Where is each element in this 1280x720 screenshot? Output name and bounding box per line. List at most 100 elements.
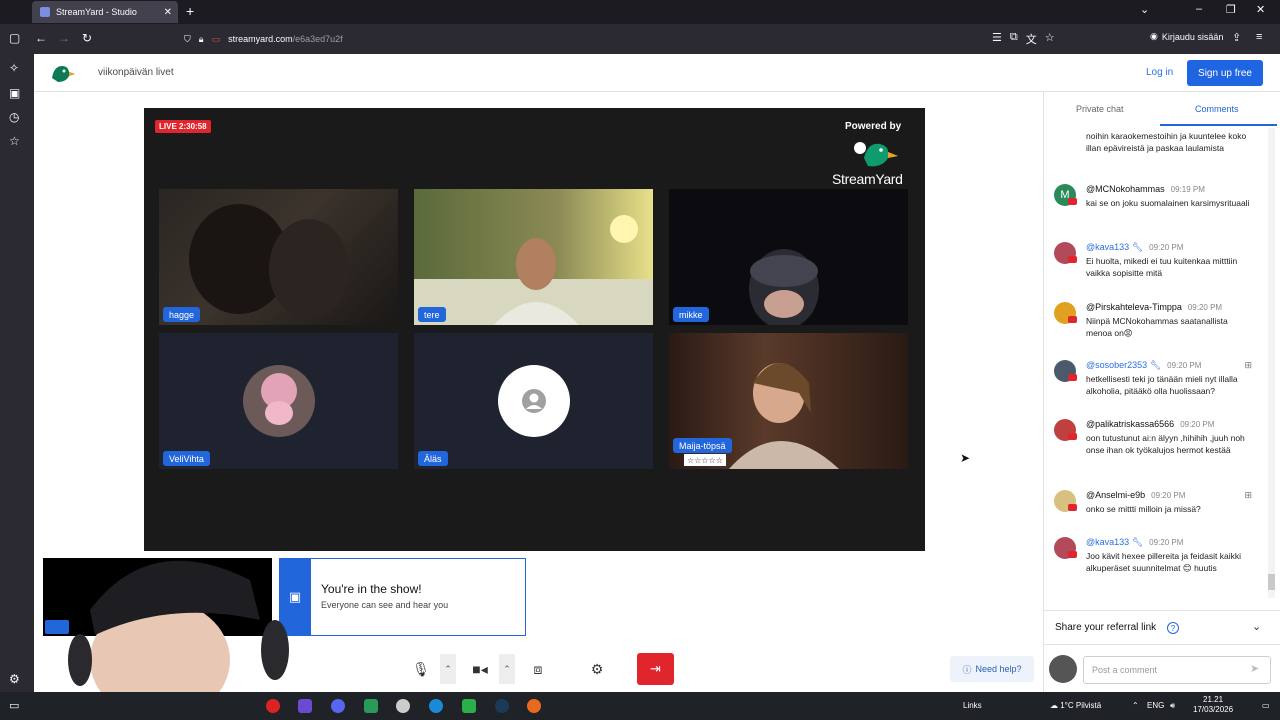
maximize-icon[interactable]: ❐ (1226, 3, 1236, 16)
author-name: @Anselmi-e9b (1086, 490, 1146, 500)
extensions-icon[interactable]: ⇪ (1232, 31, 1241, 44)
participant-name-tag: tere (418, 307, 446, 322)
mic-options-chevron-icon[interactable]: ⌃ (440, 654, 456, 684)
start-icon[interactable]: ▭ (9, 699, 19, 712)
sidebar-toggle-icon[interactable]: ▢ (9, 31, 20, 45)
camera-options-chevron-icon[interactable]: ⌃ (499, 654, 515, 684)
weather-widget[interactable]: ☁︎ 1°C Pilvistä (1050, 701, 1101, 710)
reload-icon[interactable]: ↻ (82, 31, 92, 45)
microphone-icon[interactable]: 🎙︎ (412, 652, 430, 686)
firefox-icon[interactable] (527, 699, 541, 713)
comments-scrollbar[interactable] (1268, 128, 1275, 598)
url-path: /e6a3ed7u2f (292, 34, 343, 44)
broadcast-stage (144, 108, 925, 551)
help-question-icon[interactable]: ? (1167, 622, 1179, 634)
address-bar[interactable]: ⛉ 🔒︎ ▭ streamyard.com/e6a3ed7u2f (178, 29, 1068, 49)
participant-video-mikke[interactable] (669, 189, 908, 325)
new-tab-icon[interactable]: + (186, 3, 194, 19)
browser-tab[interactable]: StreamYard - Studio ✕ (32, 1, 178, 23)
participant-video-tere[interactable] (414, 189, 653, 325)
translate-icon[interactable]: 文 (1026, 31, 1037, 47)
tab-private-chat[interactable]: Private chat (1076, 104, 1124, 114)
app-icon[interactable] (396, 699, 410, 713)
bookmark-star-icon[interactable]: ☆ (1045, 31, 1055, 47)
video-frame (414, 215, 653, 325)
bookmarks-icon[interactable]: ☆ (9, 134, 20, 148)
camera-icon[interactable]: ■◂ (471, 652, 489, 686)
comment-author: @Pirskahteleva-Timppa 09:20 PM (1086, 302, 1222, 312)
media-player-icon[interactable] (462, 699, 476, 713)
tray-chevron-icon[interactable]: ⌃ (1132, 701, 1139, 710)
chevron-down-icon[interactable]: ⌄ (1252, 620, 1261, 633)
language-indicator[interactable]: ENG (1147, 701, 1164, 710)
participant-avatar (243, 365, 315, 437)
comment-author: @kava133 🔧︎ 09:20 PM (1086, 242, 1183, 253)
referral-link-label[interactable]: Share your referral link (1055, 622, 1156, 633)
participant-name-tag: hagge (163, 307, 201, 322)
menu-icon[interactable]: ≡ (1256, 31, 1262, 43)
comments-list: noihin karaokemestoihin ja kuuntelee kok… (1044, 128, 1266, 598)
comment-author: @MCNokohammas 09:19 PM (1086, 184, 1205, 194)
participant-video-hagge[interactable] (159, 189, 398, 325)
synced-tabs-icon[interactable]: ▣ (9, 86, 20, 100)
need-help-button[interactable]: ⓘ Need help? (950, 656, 1034, 682)
sidebar-settings-icon[interactable]: ⚙ (9, 672, 20, 686)
forward-icon[interactable]: → (58, 31, 70, 45)
system-clock[interactable]: 21.21 17/03/2026 (1193, 695, 1233, 715)
in-show-toast (279, 558, 526, 636)
steam-icon[interactable] (495, 699, 509, 713)
history-icon[interactable]: ◷ (9, 110, 19, 124)
close-tab-icon[interactable]: ✕ (164, 7, 172, 18)
lock-icon: 🔒︎ (198, 33, 204, 44)
volume-icon[interactable]: 🔊︎ (1170, 701, 1175, 711)
edge-icon[interactable] (429, 699, 443, 713)
reader-view-icon[interactable]: ☰ (992, 31, 1002, 47)
author-name: @sosober2353 (1086, 360, 1148, 370)
send-icon[interactable]: ➤ (1250, 662, 1259, 675)
author-name: @kava133 (1086, 537, 1130, 547)
comment-input[interactable]: Post a comment (1083, 656, 1271, 684)
settings-gear-icon[interactable]: ⚙ (588, 652, 606, 686)
streamyard-favicon-icon (40, 7, 50, 17)
ai-chatbot-icon[interactable]: ✧ (9, 61, 19, 75)
opera-icon[interactable] (266, 699, 280, 713)
login-link[interactable]: Log in (1146, 67, 1173, 78)
author-name: @Pirskahteleva-Timppa (1086, 302, 1182, 312)
window-close-icon[interactable]: ✕ (1256, 3, 1265, 16)
participant-tile-alas[interactable] (414, 333, 653, 469)
youtube-icon (1068, 504, 1077, 511)
leave-studio-button[interactable]: ⇥ (637, 653, 674, 685)
comment-time: 09:19 PM (1170, 185, 1205, 194)
signup-button[interactable]: Sign up free (1187, 60, 1263, 86)
account-button[interactable]: ◉ Kirjaudu sisään (1150, 31, 1223, 42)
add-to-stream-icon[interactable]: ⊞ (1244, 490, 1252, 501)
studio-header (34, 54, 1280, 92)
tab-list-icon[interactable]: ⌄ (1140, 3, 1149, 16)
links-toolbar[interactable]: Links (963, 701, 982, 710)
scrollbar-thumb[interactable] (1268, 574, 1275, 590)
share-screen-icon[interactable]: ⧈ (529, 652, 547, 686)
app-icon[interactable] (298, 699, 312, 713)
add-to-stream-icon[interactable]: ⊞ (1244, 360, 1252, 371)
participant-name-tag: VeliVihta (163, 451, 210, 466)
youtube-icon (1068, 316, 1077, 323)
youtube-icon (1068, 256, 1077, 263)
youtube-icon (1068, 433, 1077, 440)
back-icon[interactable]: ← (35, 31, 47, 45)
active-tab-indicator (1160, 124, 1277, 126)
toast-title: You're in the show! (321, 582, 422, 596)
video-frame (749, 249, 819, 325)
streamyard-logo-icon (52, 66, 75, 82)
screenshot-icon[interactable]: ⧉ (1010, 31, 1018, 47)
notifications-icon[interactable]: ▭ (1262, 701, 1270, 710)
app-icon[interactable] (364, 699, 378, 713)
youtube-icon (1068, 374, 1077, 381)
tab-comments[interactable]: Comments (1195, 104, 1239, 114)
discord-icon[interactable] (331, 699, 345, 713)
toast-subtitle: Everyone can see and hear you (321, 600, 449, 610)
minimize-icon[interactable]: – (1196, 3, 1202, 15)
comment-time: 09:20 PM (1151, 491, 1186, 500)
participant-tile-velivihta[interactable] (159, 333, 398, 469)
comment-text: hetkellisesti teki jo tänään mieli nyt i… (1086, 374, 1238, 396)
comment-author: @Anselmi-e9b 09:20 PM (1086, 490, 1185, 500)
